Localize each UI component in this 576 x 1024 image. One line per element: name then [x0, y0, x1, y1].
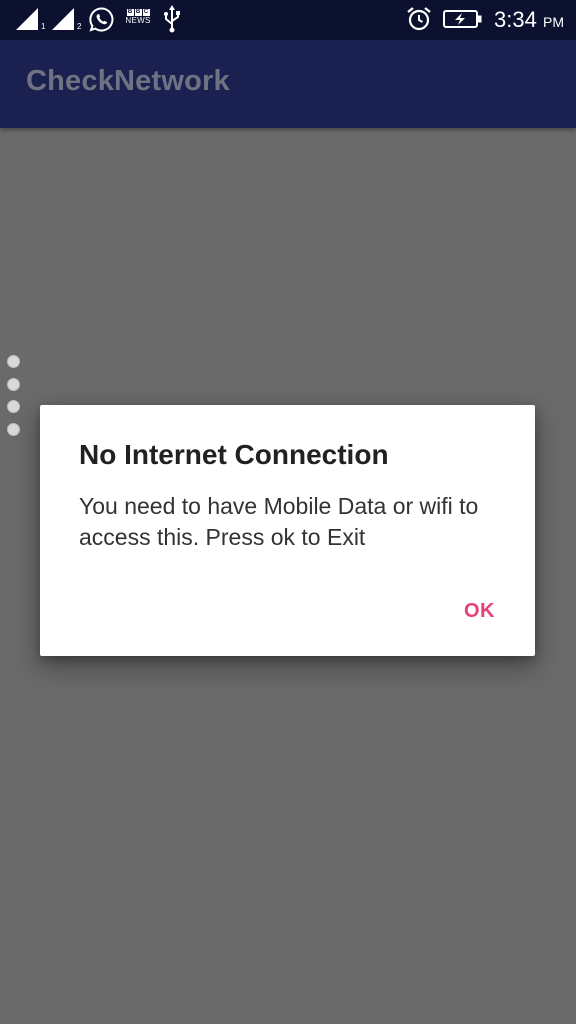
app-title: CheckNetwork — [26, 65, 230, 97]
app-bar: CheckNetwork — [0, 40, 576, 128]
screen: 1 2 B B C NEWS 3:34 PM CheckNetwork No I… — [0, 0, 576, 1024]
battery-charging-icon — [443, 10, 482, 28]
ok-button[interactable]: OK — [464, 600, 495, 623]
sim2-label: 2 — [77, 22, 82, 31]
bbc-news-label: NEWS — [125, 16, 151, 25]
status-time-ampm: PM — [543, 14, 564, 30]
whatsapp-icon — [89, 7, 114, 32]
signal-sim2-icon — [52, 8, 74, 30]
side-handle[interactable] — [7, 355, 21, 445]
status-bar: 1 2 B B C NEWS 3:34 PM — [0, 0, 576, 40]
dialog-title: No Internet Connection — [79, 439, 389, 470]
bbc-letter-1: B — [126, 9, 134, 16]
usb-icon — [164, 5, 180, 33]
dialog-message: You need to have Mobile Data or wifi to … — [79, 493, 479, 550]
handle-dot — [7, 422, 20, 436]
alarm-icon — [407, 7, 431, 31]
status-time: 3:34 PM — [494, 6, 564, 36]
handle-dot — [7, 355, 20, 368]
handle-dot — [7, 377, 20, 391]
bbc-letter-3: C — [142, 9, 150, 16]
sim1-label: 1 — [41, 22, 46, 31]
signal-sim1-icon — [16, 8, 38, 30]
alert-dialog: No Internet Connection You need to have … — [40, 405, 535, 656]
status-time-value: 3:34 — [494, 7, 537, 32]
handle-dot — [7, 400, 20, 413]
bbc-letter-2: B — [134, 9, 142, 16]
bbc-news-icon: B B C NEWS — [124, 9, 152, 25]
